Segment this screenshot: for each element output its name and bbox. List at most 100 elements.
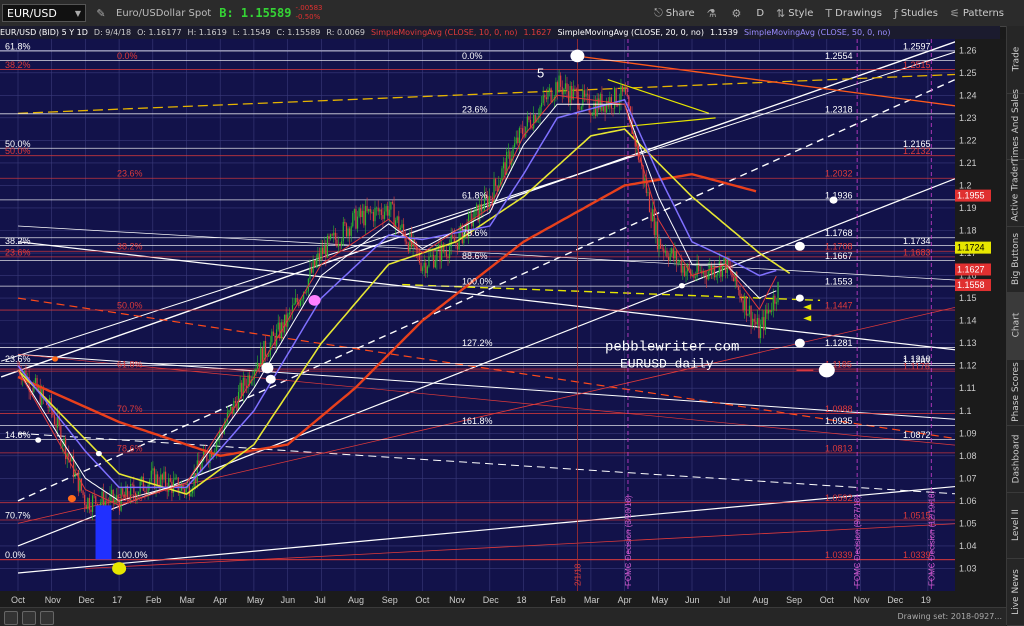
candle-body: [279, 322, 281, 339]
price-bubble-label: 1.1955: [957, 191, 985, 201]
period-button[interactable]: D: [756, 8, 764, 19]
candle-body: [750, 305, 752, 326]
candle-body: [617, 105, 619, 106]
candle-body: [84, 494, 86, 505]
candle-body: [758, 318, 760, 338]
candle-body: [95, 495, 97, 505]
candle-body: [255, 368, 257, 371]
x-tick-label: Jul: [314, 595, 326, 605]
candle-body: [169, 478, 171, 482]
price-bubble-label: 1.1724: [957, 243, 985, 253]
level-label: 1.0592: [825, 493, 853, 503]
symbol-selector[interactable]: EUR/USD ▼: [2, 4, 86, 22]
candle-body: [352, 213, 354, 227]
marker-dot: [265, 374, 276, 384]
candle-body: [544, 95, 546, 98]
candle-body: [333, 232, 335, 236]
candle-body: [225, 422, 227, 427]
patterns-button[interactable]: ⚟ Patterns: [950, 7, 1004, 20]
candle-body: [150, 470, 152, 481]
x-tick-label: Oct: [11, 595, 26, 605]
x-tick-label: Nov: [45, 595, 62, 605]
level-label: 1.1281: [825, 338, 853, 348]
price-chart[interactable]: FOMC Decision (3/20/18) FOMC Decision (9/…: [0, 39, 955, 591]
tab-level-ii[interactable]: Level II: [1007, 492, 1024, 560]
candle-body: [131, 483, 133, 485]
chart-area[interactable]: FOMC Decision (3/20/18) FOMC Decision (9/…: [0, 39, 955, 591]
candle-body: [318, 253, 321, 260]
candle-body: [60, 425, 62, 446]
tab-label: Active Trader: [1011, 162, 1022, 222]
candle-body: [364, 206, 367, 226]
event-label: 2/1/18: [573, 563, 582, 586]
candle-body: [107, 501, 110, 503]
info-item: O: 1.16177: [137, 28, 182, 37]
tab-live-news[interactable]: Live News: [1007, 558, 1024, 626]
x-tick-label: Feb: [550, 595, 566, 605]
candle-body: [391, 201, 394, 204]
candle-body: [323, 245, 325, 255]
fib-label: 23.6%: [117, 169, 143, 179]
marker-dot: [52, 356, 59, 362]
tab-times-and-sales[interactable]: Times And Sales: [1007, 89, 1024, 163]
candle-body: [661, 248, 663, 250]
pan-icon[interactable]: [22, 611, 36, 625]
candle-body: [580, 106, 582, 110]
candle-body: [748, 305, 751, 315]
studies-button[interactable]: ƒ Studies: [894, 7, 938, 20]
x-tick-label: Nov: [854, 595, 871, 605]
style-button[interactable]: ⇅ Style: [776, 7, 813, 20]
y-tick-label: 1.09: [959, 428, 977, 438]
drawings-button[interactable]: T Drawings: [825, 7, 882, 20]
tab-big-buttons[interactable]: Big Buttons: [1007, 226, 1024, 294]
fib-label: 88.6%: [462, 251, 488, 261]
candle-body: [518, 128, 520, 144]
info-item: 1.1627: [523, 28, 552, 37]
tab-chart[interactable]: Chart: [1007, 292, 1024, 360]
candle-body: [82, 490, 84, 495]
fib-label: 100.0%: [117, 550, 148, 560]
tab-active-trader[interactable]: Active Trader: [1007, 159, 1024, 227]
candle-body: [759, 324, 762, 338]
tab-phase-scores[interactable]: Phase Scores: [1007, 359, 1024, 427]
level-label: 1.0872: [903, 430, 931, 440]
time-axis[interactable]: Oct Nov Dec 17 Feb Mar Apr May Jun Jul Aug Sep Oct No…: [0, 591, 1006, 607]
candle-body: [341, 241, 343, 246]
x-tick-label: May: [247, 595, 265, 605]
candle-body: [144, 490, 146, 493]
zoom-icon[interactable]: [4, 611, 18, 625]
candle-body: [379, 209, 381, 212]
candle-body: [520, 128, 522, 129]
candle-body: [190, 493, 192, 497]
share-button[interactable]: ⎋ Share: [654, 6, 695, 20]
tab-label: Live News: [1011, 568, 1021, 615]
tab-dashboard[interactable]: Dashboard: [1007, 425, 1024, 493]
candle-body: [696, 262, 698, 277]
level-label: 1.0813: [825, 443, 853, 453]
candle-body: [533, 114, 535, 129]
x-tick-label: Dec: [887, 595, 904, 605]
candle-body: [685, 271, 687, 277]
candle-body: [34, 378, 37, 384]
bottom-bar: Drawing set: 2018-0927...: [0, 607, 1006, 626]
candle-body: [775, 302, 778, 304]
drawing-tools-icon[interactable]: [40, 611, 54, 625]
candle-body: [244, 377, 246, 386]
candle-body: [429, 255, 432, 257]
fib-label: 0.0%: [5, 550, 26, 560]
candle-body: [664, 250, 666, 253]
tab-trade[interactable]: Trade: [1007, 26, 1024, 94]
symbol-description: Euro/USDollar Spot: [116, 7, 212, 19]
lab-button[interactable]: ⚗: [707, 7, 720, 20]
candle-body: [161, 474, 163, 480]
candle-body: [621, 85, 624, 92]
candle-body: [504, 162, 506, 175]
price-axis[interactable]: 1.261.251.241.231.221.211.21.191.181.171…: [955, 39, 1006, 591]
tab-label: Big Buttons: [1011, 232, 1021, 285]
drawing-set-label[interactable]: Drawing set: 2018-0927...: [897, 612, 1002, 621]
candle-body: [88, 498, 91, 510]
symbol-settings-icon[interactable]: ✎: [92, 4, 110, 22]
y-tick-label: 1.08: [959, 451, 977, 461]
settings-button[interactable]: ⚙: [732, 7, 745, 20]
price-change-value: -.00583: [295, 4, 323, 12]
